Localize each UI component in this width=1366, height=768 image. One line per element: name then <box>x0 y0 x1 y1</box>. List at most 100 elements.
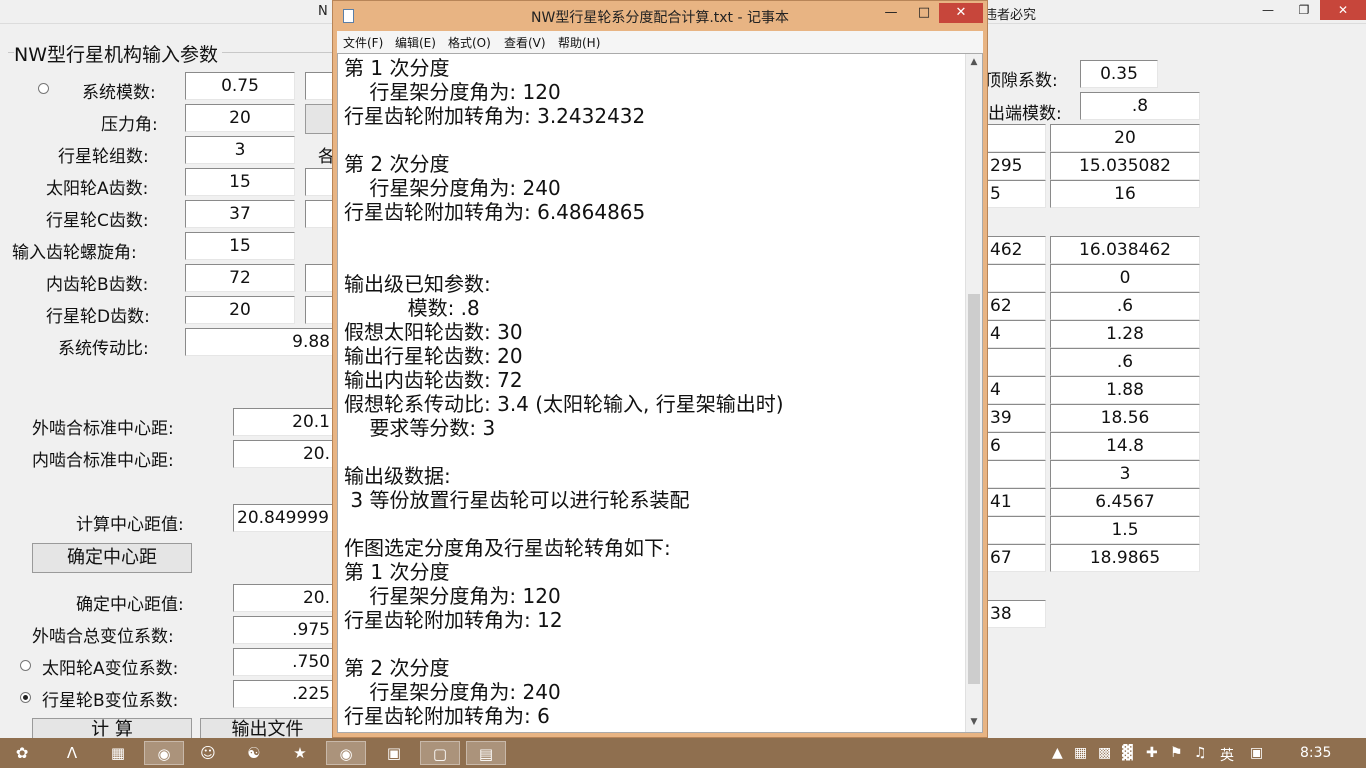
sun-shift-field[interactable]: .750 <box>233 648 335 676</box>
result-left-cell[interactable]: 67 <box>986 544 1046 572</box>
result-right-cell[interactable]: 3 <box>1050 460 1200 488</box>
final-center-distance-field[interactable]: 20. <box>233 584 335 612</box>
module-field[interactable]: 0.75 <box>185 72 295 100</box>
planet-c-extra-field[interactable] <box>305 200 335 228</box>
internal-center-distance-field[interactable]: 20. <box>233 440 335 468</box>
external-center-distance-field[interactable]: 20.1 <box>233 408 335 436</box>
planet-shift-radio[interactable] <box>20 692 31 703</box>
calculate-button[interactable]: 计 算 <box>32 718 192 740</box>
planet-d-extra-field[interactable] <box>305 296 335 324</box>
menu-format[interactable]: 格式(O) <box>448 34 491 51</box>
planet-groups-field[interactable]: 3 <box>185 136 295 164</box>
result-right-cell[interactable]: 1.28 <box>1050 320 1200 348</box>
calc-center-distance-field[interactable]: 20.849999 <box>233 504 335 532</box>
result-right-cell[interactable]: 15.035082 <box>1050 152 1200 180</box>
result-right-cell[interactable]: 14.8 <box>1050 432 1200 460</box>
scroll-thumb[interactable] <box>968 294 980 684</box>
tray-ime[interactable]: 英 <box>1220 745 1234 765</box>
result-right-cell[interactable]: 20 <box>1050 124 1200 152</box>
menu-file[interactable]: 文件(F) <box>343 34 383 51</box>
notepad-text-area[interactable]: 第 1 次分度 行星架分度角为: 120 行星齿轮附加转角为: 3.2432432… <box>337 53 983 733</box>
notepad-title-bar[interactable]: NW型行星轮系分度配合计算.txt - 记事本 — □ ✕ <box>333 1 987 31</box>
result-left-cell[interactable] <box>986 516 1046 544</box>
taskbar-app1-icon[interactable]: ✿ <box>2 741 42 765</box>
restore-icon[interactable]: ❐ <box>1288 0 1320 20</box>
sun-gear-teeth-field[interactable]: 15 <box>185 168 295 196</box>
sun-shift-radio[interactable] <box>20 660 31 671</box>
taskbar-explorer-icon[interactable]: ▣ <box>374 741 414 765</box>
result-left-cell[interactable]: 295 <box>986 152 1046 180</box>
result-left-cell[interactable]: 6 <box>986 432 1046 460</box>
minimize-icon[interactable]: — <box>1248 0 1288 20</box>
helix-angle-field[interactable]: 15 <box>185 232 295 260</box>
taskbar-notepad-icon[interactable]: ▤ <box>466 741 506 765</box>
taskbar-app6-icon[interactable]: ★ <box>280 741 320 765</box>
tray-app-icon[interactable]: ▦ <box>1074 745 1087 761</box>
planet-shift-field[interactable]: .225 <box>233 680 335 708</box>
tray-clock[interactable]: 8:35 <box>1300 745 1331 761</box>
result-left-cell[interactable]: 5 <box>986 180 1046 208</box>
tray-nvidia-icon[interactable]: ▩ <box>1098 745 1111 761</box>
result-right-cell[interactable]: 18.56 <box>1050 404 1200 432</box>
ratio-field[interactable]: 9.88 <box>185 328 335 356</box>
result-left-cell[interactable] <box>986 460 1046 488</box>
scroll-down-icon[interactable]: ▼ <box>966 714 982 730</box>
menu-help[interactable]: 帮助(H) <box>558 34 600 51</box>
result-right-cell[interactable]: 1.5 <box>1050 516 1200 544</box>
result-right-cell[interactable]: 16.038462 <box>1050 236 1200 264</box>
notepad-close-icon[interactable]: ✕ <box>939 3 983 23</box>
result-left-cell[interactable]: 4 <box>986 376 1046 404</box>
clearance-field[interactable]: 0.35 <box>1080 60 1158 88</box>
side-button[interactable] <box>305 104 335 134</box>
taskbar-browser-icon[interactable]: ◉ <box>144 741 184 765</box>
sun-gear-extra-field[interactable] <box>305 168 335 196</box>
result-right-cell[interactable]: 0 <box>1050 264 1200 292</box>
ring-gear-extra-field[interactable] <box>305 264 335 292</box>
confirm-center-distance-button[interactable]: 确定中心距 <box>32 543 192 573</box>
vertical-scrollbar[interactable]: ▲ ▼ <box>965 54 982 732</box>
result-left-cell[interactable]: 62 <box>986 292 1046 320</box>
result-left-cell[interactable]: 41 <box>986 488 1046 516</box>
notepad-line: 第 1 次分度 <box>344 56 450 80</box>
ring-gear-teeth-field[interactable]: 72 <box>185 264 295 292</box>
module-field-2[interactable] <box>305 72 335 100</box>
result-right-cell[interactable]: 16 <box>1050 180 1200 208</box>
bottom-value-field[interactable]: 38 <box>986 600 1046 628</box>
notepad-minimize-icon[interactable]: — <box>873 3 909 23</box>
tray-volume-icon[interactable]: ♫ <box>1194 745 1207 761</box>
result-right-cell[interactable]: .6 <box>1050 292 1200 320</box>
total-shift-field[interactable]: .975 <box>233 616 335 644</box>
output-file-button[interactable]: 输出文件 <box>200 718 335 740</box>
taskbar-app7-icon[interactable]: ◉ <box>326 741 366 765</box>
result-left-cell[interactable] <box>986 264 1046 292</box>
result-right-cell[interactable]: 18.9865 <box>1050 544 1200 572</box>
notepad-maximize-icon[interactable]: □ <box>909 3 939 23</box>
tray-plus-icon[interactable]: ✚ <box>1146 745 1158 761</box>
menu-edit[interactable]: 编辑(E) <box>395 34 436 51</box>
result-left-cell[interactable] <box>986 124 1046 152</box>
menu-view[interactable]: 查看(V) <box>504 34 546 51</box>
planet-c-teeth-field[interactable]: 37 <box>185 200 295 228</box>
result-right-cell[interactable]: 1.88 <box>1050 376 1200 404</box>
pressure-angle-field[interactable]: 20 <box>185 104 295 132</box>
tray-flag-icon[interactable]: ⚑ <box>1170 745 1183 761</box>
taskbar-chat-icon[interactable]: ☺ <box>188 741 228 765</box>
output-module-field[interactable]: .8 <box>1080 92 1200 120</box>
result-left-cell[interactable] <box>986 348 1046 376</box>
result-left-cell[interactable]: 462 <box>986 236 1046 264</box>
tray-mode-icon[interactable]: ▣ <box>1250 745 1263 761</box>
tray-expand-icon[interactable]: ▲ <box>1052 745 1063 761</box>
taskbar-calculator-icon[interactable]: ▦ <box>98 741 138 765</box>
taskbar-app5-icon[interactable]: ☯ <box>234 741 274 765</box>
module-radio[interactable] <box>38 83 49 94</box>
taskbar-window-icon[interactable]: ▢ <box>420 741 460 765</box>
close-icon[interactable]: ✕ <box>1320 0 1366 20</box>
tray-signal-icon[interactable]: ▓ <box>1122 745 1133 761</box>
result-left-cell[interactable]: 39 <box>986 404 1046 432</box>
result-right-cell[interactable]: .6 <box>1050 348 1200 376</box>
result-right-cell[interactable]: 6.4567 <box>1050 488 1200 516</box>
planet-d-teeth-field[interactable]: 20 <box>185 296 295 324</box>
scroll-up-icon[interactable]: ▲ <box>966 54 982 70</box>
taskbar-app2-icon[interactable]: Λ <box>52 741 92 765</box>
result-left-cell[interactable]: 4 <box>986 320 1046 348</box>
